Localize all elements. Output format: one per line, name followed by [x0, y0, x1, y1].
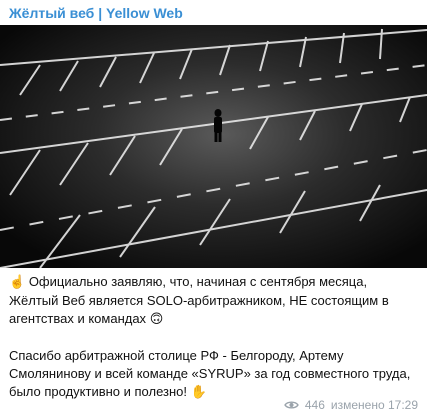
- edited-timestamp: изменено 17:29: [330, 398, 418, 412]
- parking-lot-image: [0, 25, 427, 268]
- post-paragraph-1: ☝️ Официально заявляю, что, начиная с се…: [9, 273, 419, 329]
- pointing-up-icon: ☝️: [9, 275, 26, 290]
- post-text: ☝️ Официально заявляю, что, начиная с се…: [9, 273, 419, 402]
- upside-down-face-icon: 🙃: [149, 312, 164, 327]
- view-count: 446: [304, 398, 325, 412]
- paragraph-1-text: Официально заявляю, что, начиная с сентя…: [9, 274, 389, 326]
- paragraph-2-text: Спасибо арбитражной столице РФ - Белгоро…: [9, 348, 411, 399]
- post-paragraph-2: Спасибо арбитражной столице РФ - Белгоро…: [9, 347, 419, 402]
- raised-hand-icon: ✋: [190, 385, 207, 400]
- post-meta: 446 изменено 17:29: [284, 398, 418, 412]
- eye-icon: [284, 400, 299, 410]
- post-photo[interactable]: [0, 25, 427, 268]
- channel-title[interactable]: Жёлтый веб | Yellow Web: [9, 5, 183, 21]
